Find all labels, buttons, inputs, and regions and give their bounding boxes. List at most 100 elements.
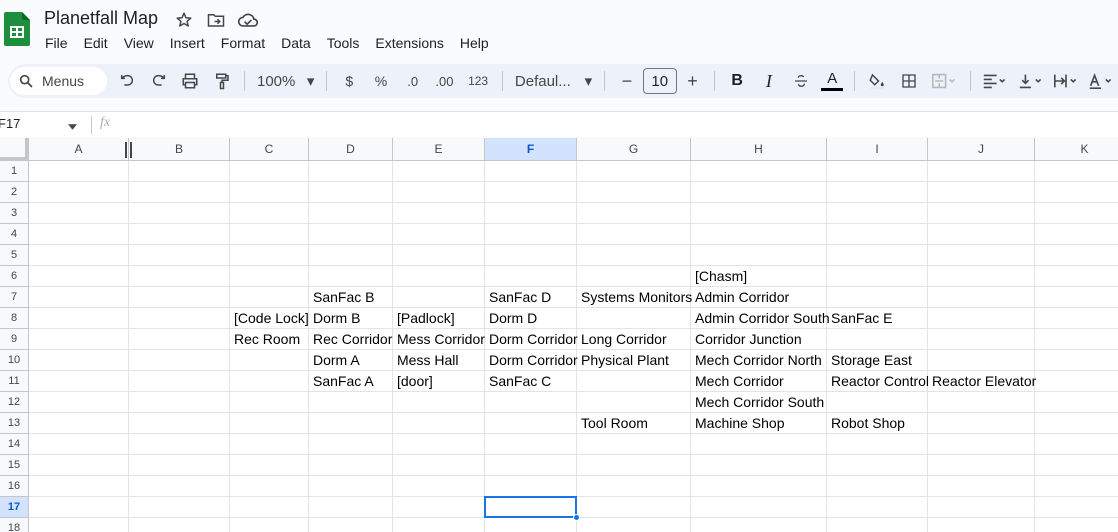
- menu-edit[interactable]: Edit: [76, 33, 116, 53]
- row-header-11[interactable]: 11: [0, 371, 29, 392]
- cell-f7[interactable]: SanFac D: [485, 287, 551, 308]
- italic-button[interactable]: I: [753, 67, 785, 95]
- row-header-3[interactable]: 3: [0, 203, 29, 224]
- cloud-saved-icon[interactable]: [236, 10, 260, 30]
- menu-format[interactable]: Format: [213, 33, 273, 53]
- row-header-5[interactable]: 5: [0, 245, 29, 266]
- menu-file[interactable]: File: [37, 33, 76, 53]
- cell-i11[interactable]: Reactor Control: [827, 371, 929, 392]
- paint-format-icon[interactable]: [206, 67, 238, 95]
- row-header-17[interactable]: 17: [0, 497, 29, 518]
- cell-e10[interactable]: Mess Hall: [393, 350, 458, 371]
- column-resize-handle[interactable]: [124, 142, 132, 158]
- percent-format-button[interactable]: %: [365, 67, 397, 95]
- vertical-align-icon[interactable]: [1013, 67, 1049, 95]
- cell-g9[interactable]: Long Corridor: [577, 329, 667, 350]
- column-header-i[interactable]: I: [827, 138, 928, 161]
- row-header-18[interactable]: 18: [0, 518, 29, 532]
- move-folder-icon[interactable]: [204, 10, 228, 30]
- menu-extensions[interactable]: Extensions: [367, 33, 451, 53]
- row-header-13[interactable]: 13: [0, 413, 29, 434]
- column-header-b[interactable]: B: [129, 138, 230, 161]
- star-icon[interactable]: [172, 10, 196, 30]
- row-header-8[interactable]: 8: [0, 308, 29, 329]
- fill-handle[interactable]: [573, 514, 580, 521]
- strikethrough-icon[interactable]: [785, 67, 817, 95]
- cell-e11[interactable]: [door]: [393, 371, 433, 392]
- cell-g10[interactable]: Physical Plant: [577, 350, 669, 371]
- cell-i8[interactable]: SanFac E: [827, 308, 892, 329]
- cell-d7[interactable]: SanFac B: [309, 287, 374, 308]
- column-header-f[interactable]: F: [485, 138, 577, 161]
- row-header-15[interactable]: 15: [0, 455, 29, 476]
- row-header-7[interactable]: 7: [0, 287, 29, 308]
- cell-g13[interactable]: Tool Room: [577, 413, 648, 434]
- cell-d11[interactable]: SanFac A: [309, 371, 374, 392]
- cell-f9[interactable]: Dorm Corridor: [485, 329, 578, 350]
- cell-h7[interactable]: Admin Corridor: [691, 287, 789, 308]
- increase-decimal-button[interactable]: .00: [429, 67, 461, 95]
- cell-h12[interactable]: Mech Corridor South: [691, 392, 824, 413]
- row-header-2[interactable]: 2: [0, 182, 29, 203]
- merge-cells-icon[interactable]: [924, 67, 964, 95]
- text-wrapping-icon[interactable]: [1048, 67, 1084, 95]
- column-header-g[interactable]: G: [577, 138, 691, 161]
- cell-i10[interactable]: Storage East: [827, 350, 912, 371]
- redo-icon[interactable]: [143, 67, 175, 95]
- cell-g7[interactable]: Systems Monitors: [577, 287, 692, 308]
- cell-j11[interactable]: Reactor Elevator: [928, 371, 1036, 392]
- bold-button[interactable]: B: [721, 67, 753, 95]
- cell-d9[interactable]: Rec Corridor: [309, 329, 392, 350]
- row-header-10[interactable]: 10: [0, 350, 29, 371]
- select-all-corner[interactable]: [0, 138, 29, 161]
- print-icon[interactable]: [175, 67, 207, 95]
- cell-c9[interactable]: Rec Room: [230, 329, 300, 350]
- horizontal-align-icon[interactable]: [977, 67, 1013, 95]
- sheets-logo-icon[interactable]: [4, 12, 30, 46]
- row-header-12[interactable]: 12: [0, 392, 29, 413]
- menu-data[interactable]: Data: [273, 33, 319, 53]
- column-header-a[interactable]: A: [29, 138, 129, 161]
- column-header-j[interactable]: J: [928, 138, 1035, 161]
- currency-format-button[interactable]: $: [333, 67, 365, 95]
- row-header-9[interactable]: 9: [0, 329, 29, 350]
- row-header-14[interactable]: 14: [0, 434, 29, 455]
- font-size-input[interactable]: 10: [642, 68, 677, 94]
- row-header-6[interactable]: 6: [0, 266, 29, 287]
- column-header-k[interactable]: K: [1035, 138, 1118, 161]
- document-title[interactable]: Planetfall Map: [44, 8, 158, 29]
- decrease-decimal-button[interactable]: .0: [397, 67, 429, 95]
- decrease-font-size-button[interactable]: −: [611, 67, 643, 95]
- cell-f10[interactable]: Dorm Corridor: [485, 350, 578, 371]
- menu-view[interactable]: View: [116, 33, 162, 53]
- cell-e8[interactable]: [Padlock]: [393, 308, 455, 329]
- column-header-c[interactable]: C: [230, 138, 309, 161]
- menu-insert[interactable]: Insert: [162, 33, 213, 53]
- cell-h10[interactable]: Mech Corridor North: [691, 350, 822, 371]
- selected-cell[interactable]: [484, 496, 577, 518]
- column-header-e[interactable]: E: [393, 138, 485, 161]
- cell-h13[interactable]: Machine Shop: [691, 413, 785, 434]
- fill-color-icon[interactable]: [861, 67, 893, 95]
- spreadsheet-grid[interactable]: A B C D E F G H I J K 1 2 3 4 5 6 7 8 9 10 11 12 13 14 15 16 17 18 [C…: [0, 138, 1118, 532]
- text-color-button[interactable]: A: [816, 67, 848, 95]
- cell-h9[interactable]: Corridor Junction: [691, 329, 802, 350]
- row-header-16[interactable]: 16: [0, 476, 29, 497]
- column-header-h[interactable]: H: [691, 138, 827, 161]
- cell-h6[interactable]: [Chasm]: [691, 266, 747, 287]
- cell-i13[interactable]: Robot Shop: [827, 413, 905, 434]
- borders-icon[interactable]: [893, 67, 925, 95]
- font-select[interactable]: Defaul... ▾: [509, 67, 598, 95]
- undo-icon[interactable]: [111, 67, 143, 95]
- cell-c8[interactable]: [Code Lock]: [230, 308, 309, 329]
- cell-h8[interactable]: Admin Corridor South: [691, 308, 830, 329]
- zoom-select[interactable]: 100% ▾: [251, 67, 320, 95]
- menu-tools[interactable]: Tools: [319, 33, 368, 53]
- menu-help[interactable]: Help: [452, 33, 497, 53]
- cell-h11[interactable]: Mech Corridor: [691, 371, 784, 392]
- row-header-4[interactable]: 4: [0, 224, 29, 245]
- menus-search-box[interactable]: Menus: [10, 67, 108, 95]
- cell-f8[interactable]: Dorm D: [485, 308, 537, 329]
- cell-d10[interactable]: Dorm A: [309, 350, 360, 371]
- cell-d8[interactable]: Dorm B: [309, 308, 360, 329]
